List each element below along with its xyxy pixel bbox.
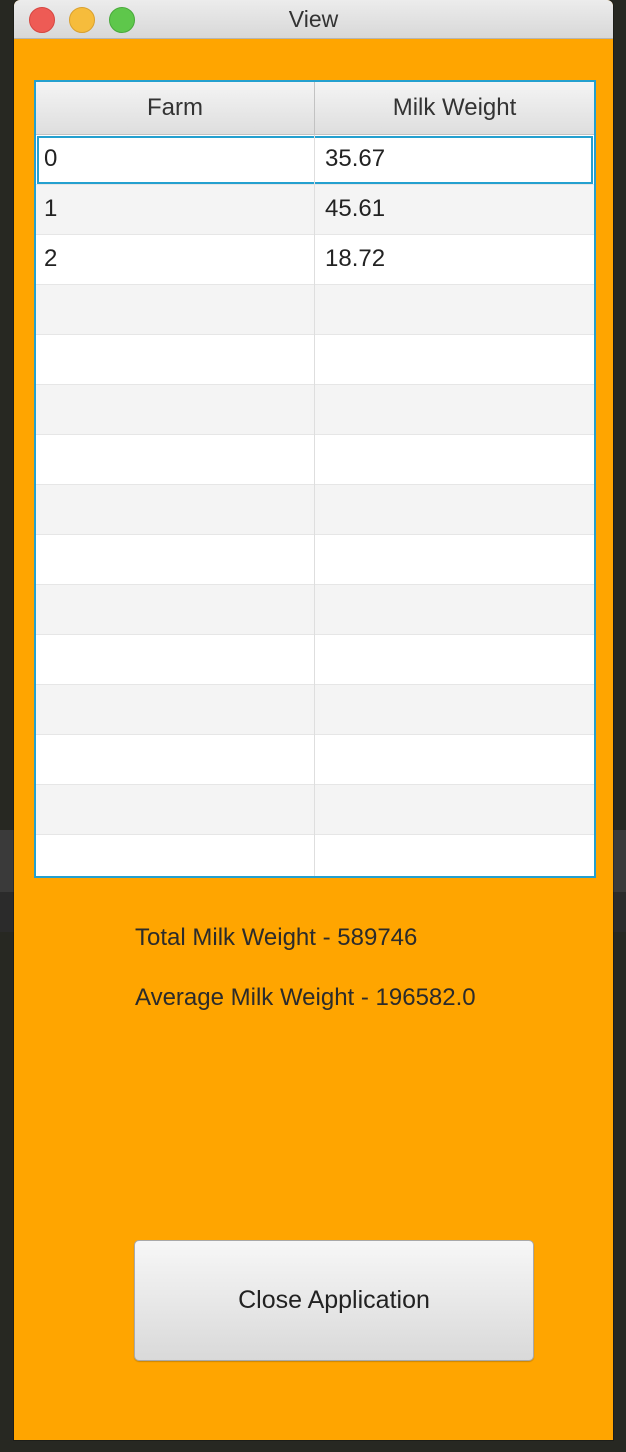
background-editor — [0, 0, 14, 1452]
farm-cell: 1 — [36, 185, 315, 235]
table-row[interactable] — [36, 485, 594, 535]
farm-cell — [36, 285, 315, 335]
farm-cell — [36, 585, 315, 635]
milk-weight-cell — [315, 335, 594, 385]
table-row[interactable]: 0 35.67 — [36, 135, 594, 185]
milk-weight-cell — [315, 435, 594, 485]
table-body: 0 35.67 1 45.61 2 18.72 — [36, 135, 594, 876]
farm-cell — [36, 785, 315, 835]
milk-table[interactable]: Farm Milk Weight 0 35.67 1 45.61 2 18.72 — [34, 80, 596, 878]
table-row[interactable] — [36, 285, 594, 335]
farm-cell — [36, 685, 315, 735]
farm-cell — [36, 485, 315, 535]
milk-weight-cell: 45.61 — [325, 195, 386, 222]
table-row[interactable] — [36, 685, 594, 735]
milk-weight-cell — [315, 485, 594, 535]
table-row[interactable] — [36, 385, 594, 435]
column-header-farm[interactable]: Farm — [36, 82, 315, 134]
farm-cell: 2 — [36, 235, 315, 285]
milk-weight-cell — [315, 285, 594, 335]
table-row[interactable]: 1 45.61 — [36, 185, 594, 235]
milk-weight-cell — [315, 585, 594, 635]
title-bar[interactable]: View — [14, 0, 613, 39]
table-row[interactable] — [36, 785, 594, 835]
table-row[interactable] — [36, 585, 594, 635]
milk-weight-cell — [315, 785, 594, 835]
milk-weight-cell — [315, 635, 594, 685]
farm-cell: 0 — [36, 135, 315, 185]
farm-cell — [36, 735, 315, 785]
milk-weight-cell: 35.67 — [325, 145, 386, 172]
milk-weight-cell — [315, 685, 594, 735]
total-milk-weight-label: Total Milk Weight - 589746 — [135, 924, 418, 951]
farm-cell — [36, 335, 315, 385]
window-title: View — [288, 6, 339, 32]
average-milk-weight-label: Average Milk Weight - 196582.0 — [135, 984, 476, 1011]
view-window: View Farm Milk Weight 0 35.67 1 45.61 2 18.72… — [14, 0, 613, 1440]
table-row[interactable] — [36, 535, 594, 585]
milk-weight-cell — [315, 385, 594, 435]
farm-cell — [36, 635, 315, 685]
table-row[interactable]: 2 18.72 — [36, 235, 594, 285]
milk-weight-cell — [315, 535, 594, 585]
farm-cell — [36, 435, 315, 485]
farm-cell — [36, 535, 315, 585]
farm-cell — [36, 835, 315, 876]
column-header-milk-weight[interactable]: Milk Weight — [315, 82, 594, 134]
milk-weight-cell — [315, 835, 594, 876]
table-row[interactable] — [36, 735, 594, 785]
table-row[interactable] — [36, 335, 594, 385]
close-application-button[interactable]: Close Application — [134, 1240, 534, 1361]
background-bottom — [0, 1440, 626, 1452]
table-row[interactable] — [36, 435, 594, 485]
milk-weight-cell: 18.72 — [325, 245, 386, 272]
farm-cell — [36, 385, 315, 435]
table-header: Farm Milk Weight — [36, 82, 594, 135]
table-row[interactable] — [36, 635, 594, 685]
milk-weight-cell — [315, 735, 594, 785]
table-row[interactable] — [36, 835, 594, 876]
